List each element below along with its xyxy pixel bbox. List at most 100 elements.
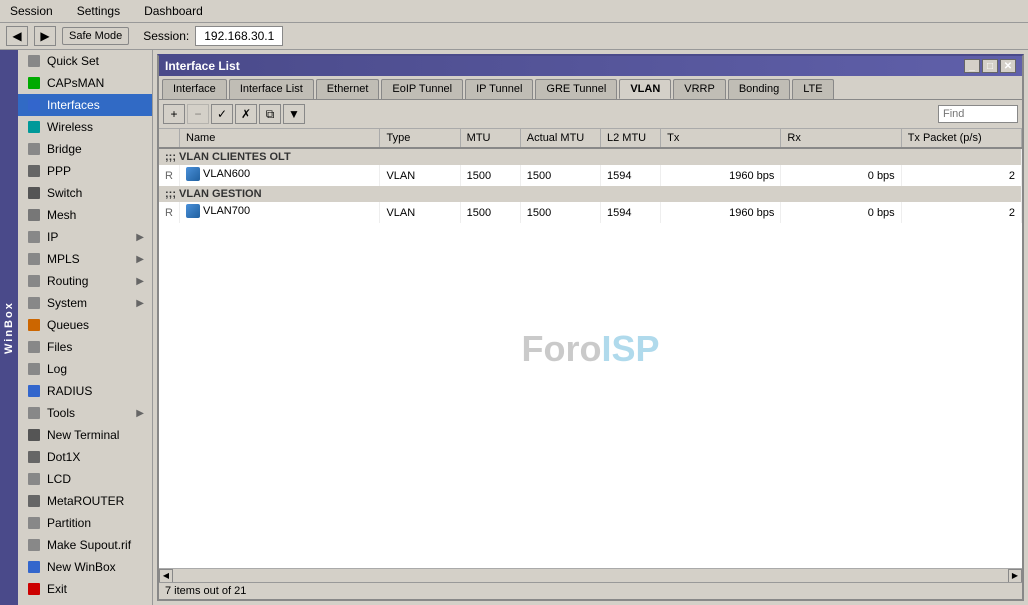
sidebar: Quick SetCAPsMANInterfacesWireless Bridge… bbox=[18, 50, 153, 605]
sidebar-item-radius[interactable]: RADIUS bbox=[18, 380, 152, 402]
table-container: ForoISP NameTypeMTUActual MTUL2 MTUTxRxT… bbox=[159, 129, 1022, 568]
tab-vlan[interactable]: VLAN bbox=[619, 79, 671, 99]
row-rx: 0 bps bbox=[781, 202, 901, 223]
safe-mode-button[interactable]: Safe Mode bbox=[62, 27, 129, 45]
sidebar-item-label-files: Files bbox=[47, 340, 72, 354]
sidebar-item-wireless[interactable]: Wireless bbox=[18, 116, 152, 138]
watermark-isp: ISP bbox=[601, 328, 659, 369]
menu-settings[interactable]: Settings bbox=[71, 2, 126, 20]
table-row[interactable]: R VLAN700VLAN1500150015941960 bps0 bps2 bbox=[159, 202, 1022, 223]
tools-icon bbox=[26, 405, 42, 421]
add-button[interactable]: + bbox=[163, 104, 185, 124]
sidebar-item-label-bridge: Bridge bbox=[47, 142, 82, 156]
window-toolbar: +−✓✗⧉▼ bbox=[159, 100, 1022, 129]
scroll-left-button[interactable]: ◀ bbox=[159, 569, 173, 583]
sidebar-item-label-routing: Routing bbox=[47, 274, 88, 288]
sidebar-item-label-metarouter: MetaROUTER bbox=[47, 494, 124, 508]
table-row[interactable]: R VLAN600VLAN1500150015941960 bps0 bps2 bbox=[159, 165, 1022, 186]
sidebar-item-partition[interactable]: Partition bbox=[18, 512, 152, 534]
copy-button[interactable]: ⧉ bbox=[259, 104, 281, 124]
sidebar-item-label-partition: Partition bbox=[47, 516, 91, 530]
interfaces-icon bbox=[26, 97, 42, 113]
col-header-rx[interactable]: Rx bbox=[781, 129, 901, 148]
tabs-bar: InterfaceInterface ListEthernetEoIP Tunn… bbox=[159, 76, 1022, 100]
sidebar-item-mpls[interactable]: MPLS▶ bbox=[18, 248, 152, 270]
row-type: VLAN bbox=[380, 165, 460, 186]
partition-icon bbox=[26, 515, 42, 531]
window-maximize-button[interactable]: □ bbox=[982, 59, 998, 73]
sidebar-item-capsman[interactable]: CAPsMAN bbox=[18, 72, 152, 94]
sidebar-item-dot1x[interactable]: Dot1X bbox=[18, 446, 152, 468]
sidebar-item-new-winbox[interactable]: New WinBox bbox=[18, 556, 152, 578]
sidebar-item-switch[interactable]: Switch bbox=[18, 182, 152, 204]
col-header-l2-mtu[interactable]: L2 MTU bbox=[600, 129, 660, 148]
switch-icon bbox=[26, 185, 42, 201]
col-header-type[interactable]: Type bbox=[380, 129, 460, 148]
col-header-mtu[interactable]: MTU bbox=[460, 129, 520, 148]
sidebar-item-lcd[interactable]: LCD bbox=[18, 468, 152, 490]
sidebar-item-interfaces[interactable]: Interfaces bbox=[18, 94, 152, 116]
col-header-actual-mtu[interactable]: Actual MTU bbox=[520, 129, 600, 148]
tab-vrrp[interactable]: VRRP bbox=[673, 79, 726, 99]
horizontal-scrollbar[interactable]: ◀ ▶ bbox=[159, 568, 1022, 582]
disable-button[interactable]: ✗ bbox=[235, 104, 257, 124]
back-button[interactable]: ◀ bbox=[6, 26, 28, 46]
content-area: Interface List _ □ ✕ InterfaceInterface … bbox=[153, 50, 1028, 605]
sidebar-item-queues[interactable]: Queues bbox=[18, 314, 152, 336]
tab-bonding[interactable]: Bonding bbox=[728, 79, 790, 99]
sidebar-item-quick-set[interactable]: Quick Set bbox=[18, 50, 152, 72]
row-tx: 1960 bps bbox=[661, 165, 781, 186]
tab-lte[interactable]: LTE bbox=[792, 79, 833, 99]
sidebar-item-make-supout[interactable]: Make Supout.rif bbox=[18, 534, 152, 556]
enable-button[interactable]: ✓ bbox=[211, 104, 233, 124]
tab-ip-tunnel[interactable]: IP Tunnel bbox=[465, 79, 533, 99]
col-header-name[interactable]: Name bbox=[180, 129, 380, 148]
menu-dashboard[interactable]: Dashboard bbox=[138, 2, 209, 20]
capsman-icon bbox=[26, 75, 42, 91]
log-icon bbox=[26, 361, 42, 377]
row-l2-mtu: 1594 bbox=[600, 202, 660, 223]
sidebar-item-exit[interactable]: Exit bbox=[18, 578, 152, 600]
tab-eoip-tunnel[interactable]: EoIP Tunnel bbox=[381, 79, 463, 99]
sidebar-item-metarouter[interactable]: MetaROUTER bbox=[18, 490, 152, 512]
sidebar-item-tools[interactable]: Tools ▶ bbox=[18, 402, 152, 424]
queues-icon bbox=[26, 317, 42, 333]
scroll-track[interactable] bbox=[173, 569, 1008, 582]
menu-session[interactable]: Session bbox=[4, 2, 59, 20]
row-tx-packet: 2 bbox=[901, 202, 1021, 223]
col-header-tx-packet[interactable]: Tx Packet (p/s) bbox=[901, 129, 1021, 148]
sidebar-item-new-terminal[interactable]: New Terminal bbox=[18, 424, 152, 446]
tab-ethernet[interactable]: Ethernet bbox=[316, 79, 380, 99]
row-actual-mtu: 1500 bbox=[520, 165, 600, 186]
sidebar-arrow-tools: ▶ bbox=[136, 408, 144, 419]
tab-interface-list[interactable]: Interface List bbox=[229, 79, 314, 99]
row-mtu: 1500 bbox=[460, 165, 520, 186]
bridge-icon bbox=[26, 141, 42, 157]
sidebar-item-label-new-winbox: New WinBox bbox=[47, 560, 116, 574]
remove-button[interactable]: − bbox=[187, 104, 209, 124]
window-minimize-button[interactable]: _ bbox=[964, 59, 980, 73]
scroll-right-button[interactable]: ▶ bbox=[1008, 569, 1022, 583]
sidebar-item-mesh[interactable]: Mesh bbox=[18, 204, 152, 226]
sidebar-item-label-exit: Exit bbox=[47, 582, 67, 596]
col-header-tx[interactable]: Tx bbox=[661, 129, 781, 148]
tab-interface[interactable]: Interface bbox=[162, 79, 227, 99]
forward-button[interactable]: ▶ bbox=[34, 26, 56, 46]
sidebar-item-label-tools: Tools bbox=[47, 406, 75, 420]
find-input[interactable] bbox=[938, 105, 1018, 123]
sidebar-item-files[interactable]: Files bbox=[18, 336, 152, 358]
sidebar-item-bridge[interactable]: Bridge bbox=[18, 138, 152, 160]
window-close-button[interactable]: ✕ bbox=[1000, 59, 1016, 73]
filter-button[interactable]: ▼ bbox=[283, 104, 305, 124]
row-flag: R bbox=[159, 165, 180, 186]
status-bar: 7 items out of 21 bbox=[159, 582, 1022, 599]
sidebar-item-label-lcd: LCD bbox=[47, 472, 71, 486]
col-header-flag[interactable] bbox=[159, 129, 180, 148]
tab-gre-tunnel[interactable]: GRE Tunnel bbox=[535, 79, 617, 99]
mesh-icon bbox=[26, 207, 42, 223]
sidebar-item-log[interactable]: Log bbox=[18, 358, 152, 380]
sidebar-item-routing[interactable]: Routing▶ bbox=[18, 270, 152, 292]
sidebar-item-ip[interactable]: IP▶ bbox=[18, 226, 152, 248]
sidebar-item-ppp[interactable]: PPP bbox=[18, 160, 152, 182]
sidebar-item-system[interactable]: System▶ bbox=[18, 292, 152, 314]
